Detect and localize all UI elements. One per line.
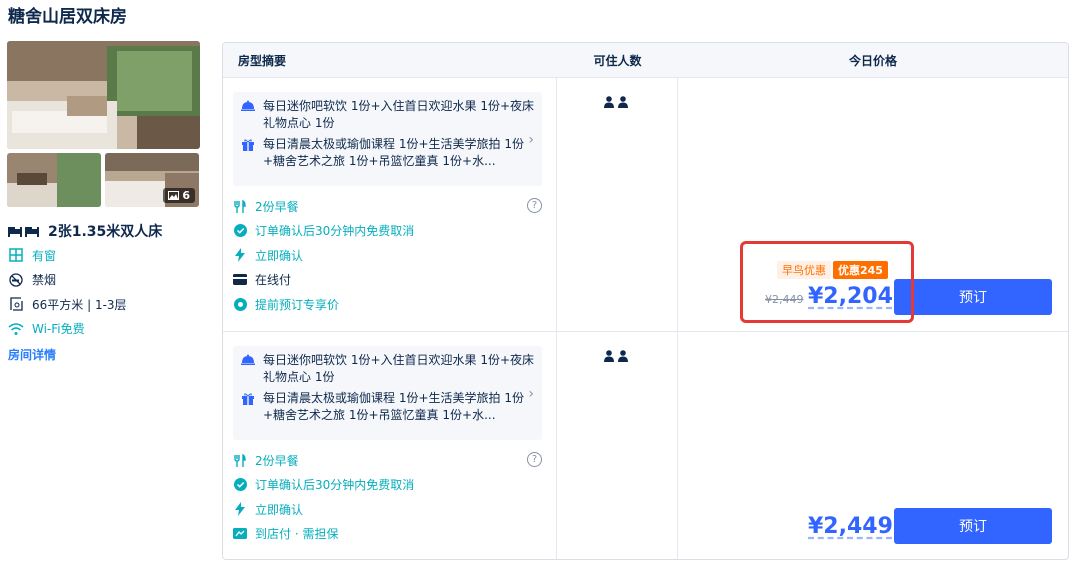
rate-summary: 每日迷你吧软饮 1份+入住首日欢迎水果 1份+夜床礼物点心 1份 每日清晨太极或… xyxy=(223,332,557,559)
rate-summary: 每日迷你吧软饮 1份+入住首日欢迎水果 1份+夜床礼物点心 1份 每日清晨太极或… xyxy=(223,78,557,331)
policy-label: 订单确认后30分钟内免费取消 xyxy=(255,224,415,239)
facility-label: 禁烟 xyxy=(32,273,57,288)
dining-icon xyxy=(241,98,257,132)
check-circle-icon xyxy=(233,478,247,492)
chevron-right-icon[interactable]: › xyxy=(528,386,534,402)
area-icon xyxy=(8,296,24,312)
two-guests-icon xyxy=(604,350,628,362)
room-main-photo[interactable] xyxy=(7,41,200,149)
facility-window: 有窗 xyxy=(8,243,127,268)
hotel-pay-icon xyxy=(233,527,247,541)
lightning-icon xyxy=(233,502,247,517)
card-icon xyxy=(233,273,247,287)
facility-wifi: Wi-Fi免费 xyxy=(8,317,127,342)
policy-breakfast: 2份早餐 ? xyxy=(233,194,542,219)
facility-label: Wi-Fi免费 xyxy=(32,322,85,337)
policy-label: 立即确认 xyxy=(255,248,304,263)
rate-price: ¥2,449 预订 xyxy=(678,332,1068,559)
wifi-icon xyxy=(8,321,24,337)
room-thumb-photo[interactable] xyxy=(7,153,101,207)
policy-label: 立即确认 xyxy=(255,502,304,517)
rate-price: 早鸟优惠 优惠245 ¥2,449 ¥2,204 预订 xyxy=(678,78,1068,331)
benefit-item: 每日迷你吧软饮 1份+入住首日欢迎水果 1份+夜床礼物点心 1份 xyxy=(241,352,534,386)
header-price: 今日价格 xyxy=(848,53,897,68)
bed-info: 2张1.35米双人床 xyxy=(8,221,162,241)
photo-count: 6 xyxy=(182,189,190,202)
policy-confirm: 立即确认 xyxy=(233,243,542,268)
rate-table: 房型摘要 可住人数 今日价格 每日迷你吧软饮 1份+入住首日欢迎水果 1份+夜床… xyxy=(222,42,1069,560)
policy-label: 提前预订专享价 xyxy=(255,297,340,312)
policy-cancel: 订单确认后30分钟内免费取消 xyxy=(233,219,542,244)
rate-row: 每日迷你吧软饮 1份+入住首日欢迎水果 1份+夜床礼物点心 1份 每日清晨太极或… xyxy=(223,78,1068,332)
benefit-text: 每日迷你吧软饮 1份+入住首日欢迎水果 1份+夜床礼物点心 1份 xyxy=(263,353,535,384)
benefit-text: 每日清晨太极或瑜伽课程 1份+生活美学旅拍 1份+糖舍艺术之旅 1份+吊篮忆童真… xyxy=(263,137,524,168)
image-icon xyxy=(168,191,180,200)
lightning-icon xyxy=(233,248,247,263)
policy-label: 2份早餐 xyxy=(255,453,299,468)
dining-icon xyxy=(241,352,257,386)
header-guests: 可住人数 xyxy=(593,53,642,68)
gift-icon xyxy=(241,136,257,170)
book-button[interactable]: 预订 xyxy=(894,279,1052,315)
policy-confirm: 立即确认 xyxy=(233,497,542,522)
photo-count-badge[interactable]: 6 xyxy=(163,188,195,203)
bed-description: 2张1.35米双人床 xyxy=(48,224,163,240)
policy-exclusive: 提前预订专享价 xyxy=(233,292,542,317)
header-summary: 房型摘要 xyxy=(238,53,287,68)
benefit-item: 每日清晨太极或瑜伽课程 1份+生活美学旅拍 1份+糖舍艺术之旅 1份+吊篮忆童真… xyxy=(241,390,534,424)
policy-list: 2份早餐 ? 订单确认后30分钟内免费取消 立即确认 xyxy=(233,194,542,317)
info-icon[interactable]: ? xyxy=(527,452,542,467)
benefit-item: 每日清晨太极或瑜伽课程 1份+生活美学旅拍 1份+糖舍艺术之旅 1份+吊篮忆童真… xyxy=(241,136,534,170)
benefit-box[interactable]: 每日迷你吧软饮 1份+入住首日欢迎水果 1份+夜床礼物点心 1份 每日清晨太极或… xyxy=(233,92,542,186)
policy-breakfast: 2份早餐 ? xyxy=(233,448,542,473)
table-header: 房型摘要 可住人数 今日价格 xyxy=(223,43,1068,78)
gift-icon xyxy=(241,390,257,424)
benefit-item: 每日迷你吧软饮 1份+入住首日欢迎水果 1份+夜床礼物点心 1份 xyxy=(241,98,534,132)
room-thumb-photo[interactable]: 6 xyxy=(105,153,199,207)
window-icon xyxy=(8,247,24,263)
badge-icon xyxy=(233,297,247,311)
facility-label: 66平方米 | 1-3层 xyxy=(32,297,127,312)
benefit-text: 每日迷你吧软饮 1份+入住首日欢迎水果 1份+夜床礼物点心 1份 xyxy=(263,99,535,130)
policy-label: 在线付 xyxy=(255,273,292,288)
highlight-annotation xyxy=(740,241,914,323)
facility-no-smoking: 禁烟 xyxy=(8,268,127,293)
book-button[interactable]: 预订 xyxy=(894,508,1052,544)
bed-icon xyxy=(8,227,39,237)
facility-label: 有窗 xyxy=(32,248,57,263)
current-price[interactable]: ¥2,449 xyxy=(808,514,893,539)
benefit-box[interactable]: 每日迷你吧软饮 1份+入住首日欢迎水果 1份+夜床礼物点心 1份 每日清晨太极或… xyxy=(233,346,542,440)
room-details-link[interactable]: 房间详情 xyxy=(8,346,56,363)
breakfast-icon xyxy=(233,453,247,467)
breakfast-icon xyxy=(233,199,247,213)
chevron-right-icon[interactable]: › xyxy=(528,132,534,148)
policy-payment: 在线付 xyxy=(233,268,542,293)
room-photo-gallery[interactable]: 6 xyxy=(7,41,200,207)
page-title: 糖舍山居双床房 xyxy=(8,7,127,27)
policy-list: 2份早餐 ? 订单确认后30分钟内免费取消 立即确认 xyxy=(233,448,542,546)
policy-label: 订单确认后30分钟内免费取消 xyxy=(255,478,415,493)
policy-label: 到店付 · 需担保 xyxy=(255,527,339,542)
benefit-text: 每日清晨太极或瑜伽课程 1份+生活美学旅拍 1份+糖舍艺术之旅 1份+吊篮忆童真… xyxy=(263,391,524,422)
no-smoking-icon xyxy=(8,272,24,288)
policy-cancel: 订单确认后30分钟内免费取消 xyxy=(233,473,542,498)
facility-area: 66平方米 | 1-3层 xyxy=(8,292,127,317)
info-icon[interactable]: ? xyxy=(527,198,542,213)
guest-capacity xyxy=(557,78,678,331)
policy-payment: 到店付 · 需担保 xyxy=(233,522,542,547)
policy-label: 2份早餐 xyxy=(255,199,299,214)
two-guests-icon xyxy=(604,96,628,108)
guest-capacity xyxy=(557,332,678,559)
room-facilities: 有窗 禁烟 66平方米 | 1-3层 Wi-Fi免费 xyxy=(8,243,127,341)
rate-row: 每日迷你吧软饮 1份+入住首日欢迎水果 1份+夜床礼物点心 1份 每日清晨太极或… xyxy=(223,332,1068,559)
check-circle-icon xyxy=(233,224,247,238)
